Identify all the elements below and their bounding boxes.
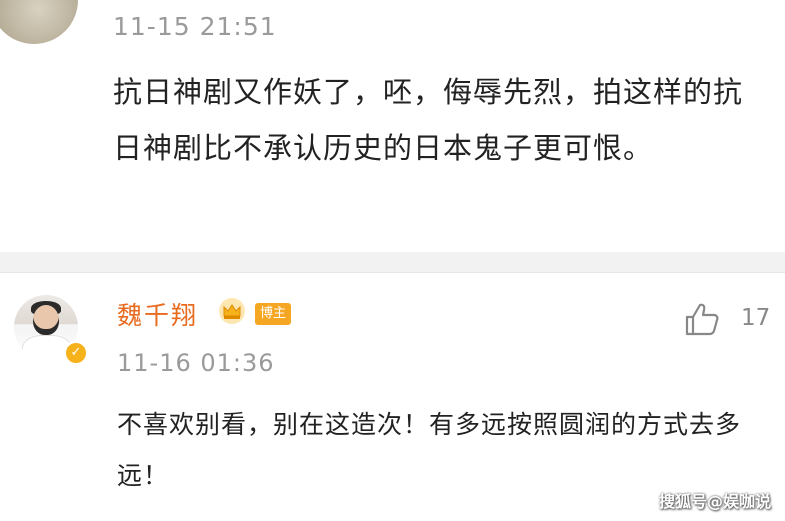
comment-card-2: ✓ 魏千翔 博主 11-16 01:36 不喜欢别看，别在这造次！有多远按照圆润… bbox=[0, 272, 785, 521]
comment-text: 不喜欢别看，别在这造次！有多远按照圆润的方式去多远！ bbox=[117, 410, 742, 490]
username[interactable]: 魏千翔 bbox=[117, 296, 198, 332]
comment-text: 抗日神剧又作妖了，呸，侮辱先烈，拍这样的抗日神剧比不承认历史的日本鬼子更可恨。 bbox=[113, 75, 744, 165]
comment-timestamp: 11-16 01:36 bbox=[117, 349, 275, 377]
crown-icon bbox=[219, 298, 245, 324]
comment-card-1: 11-15 21:51 抗日神剧又作妖了，呸，侮辱先烈，拍这样的抗日神剧比不承认… bbox=[0, 0, 785, 252]
avatar-head bbox=[33, 305, 59, 335]
like-count: 17 bbox=[741, 305, 771, 331]
verified-icon: ✓ bbox=[64, 341, 88, 365]
watermark: 搜狐号@娱咖说 bbox=[658, 492, 771, 511]
blogger-badge: 博主 bbox=[255, 303, 292, 325]
avatar-partial[interactable] bbox=[0, 0, 78, 44]
thumbs-up-icon[interactable] bbox=[683, 301, 721, 337]
comment-timestamp: 11-15 21:51 bbox=[113, 12, 277, 41]
